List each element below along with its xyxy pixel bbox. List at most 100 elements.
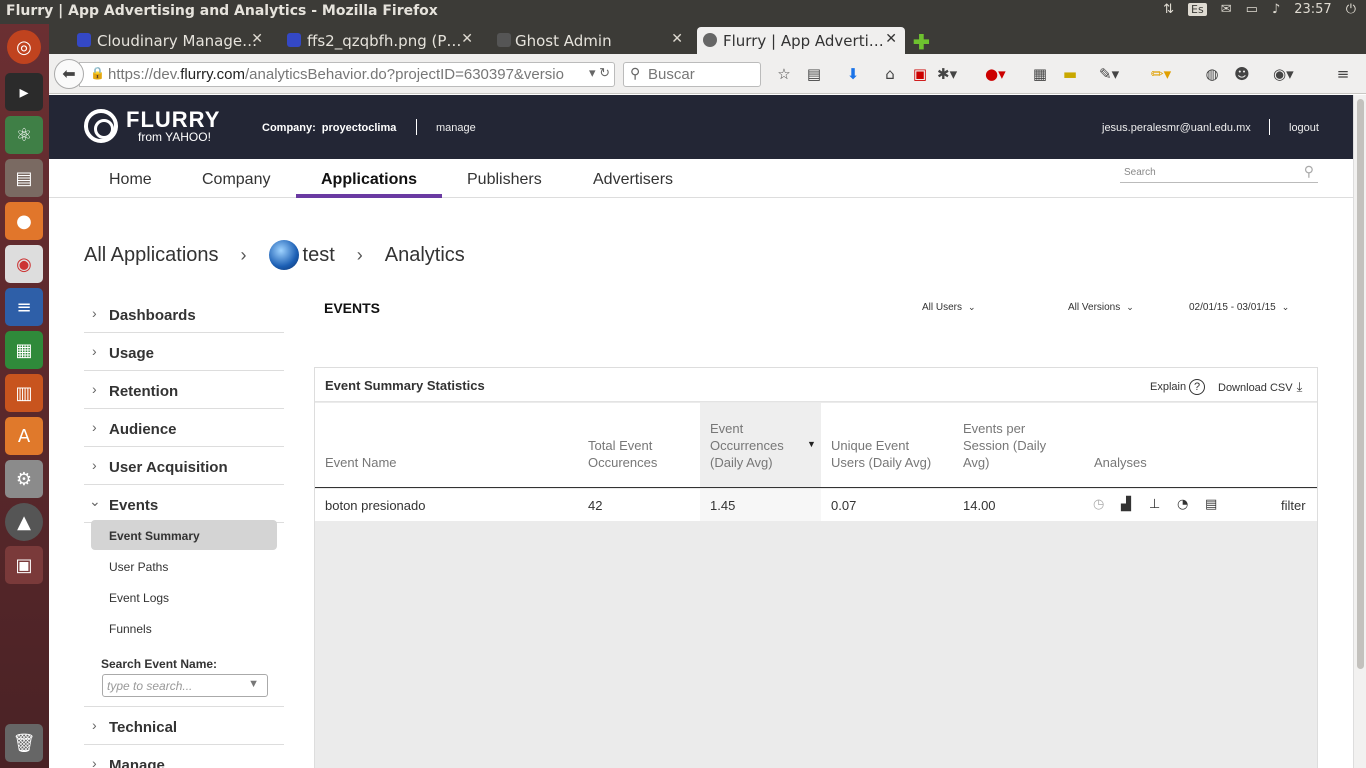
col-event-name[interactable]: Event Name	[325, 454, 397, 471]
atom-icon[interactable]: ⚛	[5, 116, 43, 154]
bookmark-star-icon[interactable]: ☆	[775, 65, 793, 83]
extension-icon[interactable]: ▣	[911, 65, 929, 83]
globe-icon[interactable]: ◍	[1203, 65, 1221, 83]
sidenav-item-user-paths[interactable]: User Paths	[91, 551, 277, 581]
chrome-icon[interactable]: ◉	[5, 245, 43, 283]
sidenav-audience[interactable]: › Audience	[84, 409, 284, 447]
tab-cloudinary[interactable]: Cloudinary Manage… ✕	[71, 27, 271, 54]
flurry-logo[interactable]: FLURRY from YAHOO!	[84, 109, 220, 143]
settings-icon[interactable]: ⚙	[5, 460, 43, 498]
sidenav-technical[interactable]: › Technical	[84, 707, 284, 745]
pencil-icon[interactable]: ✏▾	[1151, 65, 1171, 83]
col-events-per-session[interactable]: Events per Session (Daily Avg)	[963, 420, 1063, 471]
home-icon[interactable]: ⌂	[881, 65, 899, 83]
network-icon[interactable]: ⇅	[1163, 2, 1174, 17]
impress-icon[interactable]: ▥	[5, 374, 43, 412]
tab-image[interactable]: ffs2_qzqbfh.png (P… ✕	[281, 27, 481, 54]
nav-company[interactable]: Company	[202, 171, 270, 189]
explain-button[interactable]: Explain?	[1150, 379, 1206, 395]
battery-icon[interactable]: ▭	[1246, 2, 1258, 17]
close-icon[interactable]: ✕	[885, 31, 897, 47]
user-email[interactable]: jesus.peralesmr@uanl.edu.mx	[1102, 122, 1251, 134]
page-scrollbar[interactable]	[1353, 95, 1366, 768]
sidenav-events[interactable]: ⌄ Events	[84, 485, 284, 523]
menu-icon[interactable]: ≡	[1334, 65, 1352, 83]
sidenav-usage[interactable]: › Usage	[84, 333, 284, 371]
keyboard-layout-indicator[interactable]: Es	[1188, 3, 1207, 16]
mail-icon[interactable]: ✉	[1221, 2, 1232, 17]
clock[interactable]: 23:57	[1294, 2, 1331, 17]
bar-chart-icon[interactable]: ▟	[1121, 497, 1131, 512]
software-center-icon[interactable]: A	[5, 417, 43, 455]
breadcrumb-all-applications[interactable]: All Applications	[84, 244, 219, 267]
terminal-icon[interactable]: ▸	[5, 73, 43, 111]
versions-filter-dropdown[interactable]: All Versions ⌄	[1068, 302, 1134, 313]
web-search-input[interactable]: ⚲ Buscar	[623, 62, 761, 87]
trash-icon[interactable]: 🗑	[5, 724, 43, 762]
site-search-input[interactable]: Search ⚲	[1120, 163, 1318, 183]
nav-advertisers[interactable]: Advertisers	[593, 171, 673, 189]
writer-icon[interactable]: ≡	[5, 288, 43, 326]
firefox-icon[interactable]: ●	[5, 202, 43, 240]
adblock-icon[interactable]: ●▾	[985, 65, 1006, 83]
col-unique-users[interactable]: Unique Event Users (Daily Avg)	[831, 437, 941, 471]
download-csv-button[interactable]: Download CSV ⤓	[1218, 379, 1302, 395]
clock-icon[interactable]: ◷	[1093, 497, 1104, 512]
company-name[interactable]: proyectoclima	[322, 122, 397, 134]
new-tab-icon[interactable]: ✚	[913, 30, 930, 55]
breadcrumb-section[interactable]: Analytics	[385, 244, 465, 267]
table-row[interactable]: boton presionado 42 1.45 0.07 14.00 ◷ ▟ …	[315, 489, 1317, 521]
sidenav-item-event-summary[interactable]: Event Summary	[91, 520, 277, 550]
breadcrumb-app[interactable]: test	[303, 244, 335, 267]
extension-icon[interactable]: ▬	[1061, 65, 1079, 83]
logout-link[interactable]: logout	[1289, 122, 1319, 134]
manage-link[interactable]: manage	[436, 122, 476, 134]
chat-icon[interactable]: ☻	[1233, 65, 1251, 83]
close-icon[interactable]: ✕	[671, 31, 683, 47]
sidenav-item-event-logs[interactable]: Event Logs	[91, 582, 277, 612]
sidenav-item-funnels[interactable]: Funnels	[91, 613, 277, 643]
color-icon[interactable]: ◉▾	[1273, 65, 1294, 83]
close-icon[interactable]: ✕	[461, 31, 473, 47]
search-icon[interactable]: ⚲	[1304, 163, 1314, 180]
ubuntu-dash-icon[interactable]: ◎	[7, 30, 41, 64]
hierarchy-icon[interactable]: ⊥	[1149, 497, 1160, 512]
users-filter-dropdown[interactable]: All Users ⌄	[922, 302, 976, 313]
sidenav-user-acquisition[interactable]: › User Acquisition	[84, 447, 284, 485]
calc-icon[interactable]: ▦	[5, 331, 43, 369]
tab-flurry[interactable]: Flurry | App Adverti… ✕	[697, 27, 905, 54]
url-bar[interactable]: 🔒 https://dev. flurry.com/analyticsBehavi…	[79, 62, 615, 87]
chevron-right-icon: ›	[356, 244, 363, 265]
back-button[interactable]: ⬅	[54, 59, 84, 89]
filter-link[interactable]: filter	[1281, 498, 1306, 513]
nav-home[interactable]: Home	[109, 171, 152, 189]
update-icon[interactable]: ▲	[5, 503, 43, 541]
volume-icon[interactable]: ♪	[1272, 2, 1280, 17]
sidenav-retention[interactable]: › Retention	[84, 371, 284, 409]
nav-publishers[interactable]: Publishers	[467, 171, 542, 189]
col-daily-avg[interactable]: Event Occurrences (Daily Avg)	[710, 420, 805, 471]
close-icon[interactable]: ✕	[251, 31, 263, 47]
log-icon[interactable]: ▤	[1205, 497, 1217, 512]
sort-desc-icon[interactable]: ▼	[807, 439, 816, 449]
date-range-dropdown[interactable]: 02/01/15 - 03/01/15 ⌄	[1189, 302, 1289, 313]
col-total-occurrences[interactable]: Total Event Occurences	[588, 437, 688, 471]
extension-icon[interactable]: ▦	[1031, 65, 1049, 83]
power-icon[interactable]: ⏻	[1346, 2, 1356, 17]
company-selector[interactable]: Company: proyectoclima	[262, 122, 396, 134]
files-icon[interactable]: ▤	[5, 159, 43, 197]
dropdown-arrow-icon[interactable]: ▼	[248, 678, 259, 690]
download-icon[interactable]: ⬇	[844, 65, 862, 83]
eyedropper-icon[interactable]: ✎▾	[1099, 65, 1119, 83]
reload-icon[interactable]: ▾ ↻	[589, 65, 610, 81]
scrollbar-thumb[interactable]	[1357, 99, 1364, 669]
sidenav-dashboards[interactable]: › Dashboards	[84, 295, 284, 333]
sidenav-manage[interactable]: › Manage	[84, 745, 284, 768]
extension-icon[interactable]: ✱▾	[937, 65, 957, 83]
workspaces-icon[interactable]: ▣	[5, 546, 43, 584]
nav-applications[interactable]: Applications	[321, 171, 417, 189]
event-search-input[interactable]: type to search... ▼	[102, 674, 268, 697]
pie-chart-icon[interactable]: ◔	[1177, 497, 1188, 512]
reading-list-icon[interactable]: ▤	[805, 65, 823, 83]
tab-ghost[interactable]: Ghost Admin ✕	[491, 27, 691, 54]
